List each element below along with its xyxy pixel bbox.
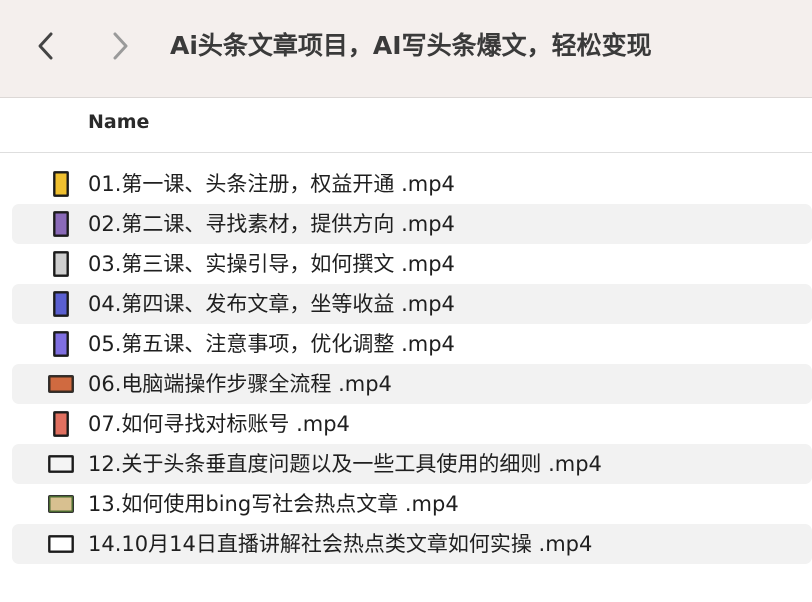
file-name: 14.10月14日直播讲解社会热点类文章如何实操 .mp4 (88, 532, 593, 556)
file-list: 01.第一课、头条注册，权益开通 .mp4 02.第二课、寻找素材，提供方向 .m… (0, 164, 812, 564)
file-row[interactable]: 13.如何使用bing写社会热点文章 .mp4 (12, 484, 812, 524)
forward-button[interactable] (102, 28, 138, 64)
file-row[interactable]: 01.第一课、头条注册，权益开通 .mp4 (12, 164, 812, 204)
video-thumbnail-landscape-icon (48, 450, 74, 478)
file-row[interactable]: 12.关于头条垂直度问题以及一些工具使用的细则 .mp4 (12, 444, 812, 484)
toolbar: Ai头条文章项目，AI写头条爆文，轻松变现 (0, 0, 812, 98)
file-name: 05.第五课、注意事项，优化调整 .mp4 (88, 332, 455, 356)
video-thumbnail-portrait-icon (48, 410, 74, 438)
file-row[interactable]: 06.电脑端操作步骤全流程 .mp4 (12, 364, 812, 404)
video-thumbnail-portrait-icon (48, 290, 74, 318)
window-title: Ai头条文章项目，AI写头条爆文，轻松变现 (170, 31, 652, 60)
file-name: 02.第二课、寻找素材，提供方向 .mp4 (88, 212, 455, 236)
chevron-left-icon (38, 32, 53, 60)
finder-window: Ai头条文章项目，AI写头条爆文，轻松变现 Name 01.第一课、头条注册，权… (0, 0, 812, 602)
file-name: 07.如何寻找对标账号 .mp4 (88, 412, 350, 436)
video-thumbnail-portrait-icon (48, 250, 74, 278)
back-button[interactable] (28, 28, 64, 64)
video-thumbnail-landscape-icon (48, 370, 74, 398)
video-thumbnail-landscape-icon (48, 530, 74, 558)
file-name: 13.如何使用bing写社会热点文章 .mp4 (88, 492, 459, 516)
video-thumbnail-portrait-icon (48, 170, 74, 198)
video-thumbnail-portrait-icon (48, 330, 74, 358)
file-name: 04.第四课、发布文章，坐等收益 .mp4 (88, 292, 455, 316)
file-row[interactable]: 03.第三课、实操引导，如何撰文 .mp4 (12, 244, 812, 284)
file-name: 12.关于头条垂直度问题以及一些工具使用的细则 .mp4 (88, 452, 602, 476)
video-thumbnail-portrait-icon (48, 210, 74, 238)
file-name: 01.第一课、头条注册，权益开通 .mp4 (88, 172, 455, 196)
file-name: 06.电脑端操作步骤全流程 .mp4 (88, 372, 392, 396)
file-name: 03.第三课、实操引导，如何撰文 .mp4 (88, 252, 455, 276)
file-row[interactable]: 04.第四课、发布文章，坐等收益 .mp4 (12, 284, 812, 324)
file-row[interactable]: 14.10月14日直播讲解社会热点类文章如何实操 .mp4 (12, 524, 812, 564)
file-row[interactable]: 07.如何寻找对标账号 .mp4 (12, 404, 812, 444)
file-row[interactable]: 05.第五课、注意事项，优化调整 .mp4 (12, 324, 812, 364)
column-header[interactable]: Name (0, 99, 812, 153)
chevron-right-icon (113, 32, 128, 60)
file-row[interactable]: 02.第二课、寻找素材，提供方向 .mp4 (12, 204, 812, 244)
column-header-name[interactable]: Name (88, 111, 149, 133)
video-thumbnail-landscape-icon (48, 490, 74, 518)
